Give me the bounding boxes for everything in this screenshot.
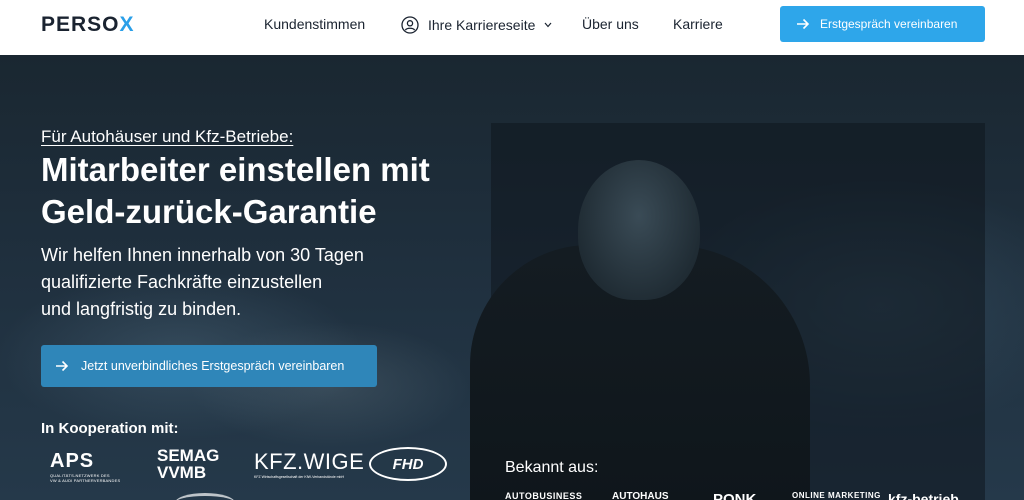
fhd-logo: FHD xyxy=(369,447,447,481)
semag-vvmb-logo: SEMAG VVMB xyxy=(157,447,219,481)
press-label: Bekannt aus: xyxy=(505,459,599,476)
semag-text: SEMAG xyxy=(157,446,220,465)
hero-headline: Mitarbeiter einstellen mit Geld-zurück-G… xyxy=(41,149,481,233)
partial-logo-arc xyxy=(175,493,235,500)
kfz-wige-logo: KFZ.WIGE KFZ Wirtschaftsgesellschaft der… xyxy=(254,449,364,479)
nav-karriereseite[interactable]: Ihre Karriereseite xyxy=(401,16,552,34)
hero-subline-2: qualifizierte Fachkräfte einzustellen xyxy=(41,272,323,292)
nav-kundenstimmen[interactable]: Kundenstimmen xyxy=(264,16,365,32)
press-logo-kfz-betrieb: kfz-betrieb xyxy=(888,491,959,500)
hero-subline: Wir helfen Ihnen innerhalb von 30 Tagen … xyxy=(41,242,431,323)
press-logo-ponk: PONK xyxy=(713,491,757,500)
vvmb-text: VVMB xyxy=(157,463,207,482)
hero-cta-label: Jetzt unverbindliches Erstgespräch verei… xyxy=(81,359,345,373)
person-circle-icon xyxy=(401,16,419,34)
persox-logo[interactable]: PERSOX xyxy=(41,13,135,37)
hero-subline-1: Wir helfen Ihnen innerhalb von 30 Tagen xyxy=(41,245,364,265)
nav-karriereseite-label: Ihre Karriereseite xyxy=(428,17,536,33)
arrow-right-icon xyxy=(796,18,810,30)
hero-subline-3: und langfristig zu binden. xyxy=(41,299,242,319)
press-logo-autohaus: AUTOHAUS xyxy=(612,491,669,500)
logo-x: X xyxy=(119,13,135,36)
aps-logo: APS QUALITÄTS-NETZWERK DES VW & AUDI PAR… xyxy=(50,450,130,483)
speaker-silhouette-head xyxy=(578,160,700,300)
hero-section: Für Autohäuser und Kfz-Betriebe: Mitarbe… xyxy=(0,55,1024,500)
kfz-wige-sub: KFZ Wirtschaftsgesellschaft der KfW-Verb… xyxy=(254,475,344,479)
nav-ueber-uns[interactable]: Über uns xyxy=(582,16,639,32)
kfz-wige-text: KFZ.WIGE xyxy=(254,449,365,474)
site-header: PERSOX Kundenstimmen Ihre Karriereseite … xyxy=(0,0,1024,55)
aps-logo-text: APS xyxy=(50,450,95,472)
press-logo-online-marketing: ONLINE MARKETING xyxy=(792,491,881,500)
logo-text: PERSO xyxy=(41,13,120,36)
chevron-down-icon xyxy=(544,20,552,30)
arrow-right-icon xyxy=(55,360,69,372)
hero-headline-line2: Geld-zurück-Garantie xyxy=(41,193,377,230)
aps-logo-sub2: VW & AUDI PARTNERVERBANDES xyxy=(50,478,121,483)
fhd-text: FHD xyxy=(392,455,424,473)
header-cta-label: Erstgespräch vereinbaren xyxy=(820,17,958,31)
hero-cta-button[interactable]: Jetzt unverbindliches Erstgespräch verei… xyxy=(41,345,377,387)
header-cta-button[interactable]: Erstgespräch vereinbaren xyxy=(780,6,985,42)
hero-headline-line1: Mitarbeiter einstellen mit xyxy=(41,151,430,188)
nav-karriere[interactable]: Karriere xyxy=(673,16,723,32)
hero-eyebrow: Für Autohäuser und Kfz-Betriebe: xyxy=(41,127,294,146)
press-logo-autobusiness: AUTOBUSINESS xyxy=(505,491,583,500)
cooperation-label: In Kooperation mit: xyxy=(41,420,179,437)
